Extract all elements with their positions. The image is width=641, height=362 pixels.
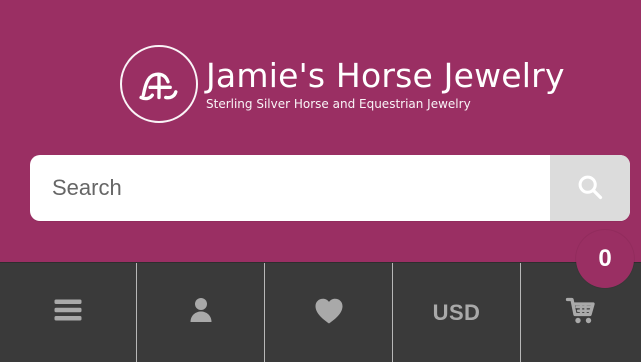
jamies-horse-jewelry-header: Jamie's Horse Jewelry Sterling Silver Ho… xyxy=(0,0,641,362)
search-icon xyxy=(576,173,604,204)
menu-icon xyxy=(50,292,86,333)
mobile-nav-toolbar: USD xyxy=(0,262,641,362)
search-button[interactable] xyxy=(550,155,630,221)
monogram-svg xyxy=(139,72,178,101)
account-icon xyxy=(183,292,219,333)
account-button[interactable] xyxy=(137,263,265,362)
search-input[interactable] xyxy=(30,155,550,221)
logo-subtitle: Sterling Silver Horse and Equestrian Jew… xyxy=(206,96,471,111)
menu-button[interactable] xyxy=(0,263,137,362)
wishlist-button[interactable] xyxy=(265,263,393,362)
cart-icon xyxy=(563,292,599,333)
site-logo[interactable]: Jamie's Horse Jewelry Sterling Silver Ho… xyxy=(120,44,565,124)
logo-title: Jamie's Horse Jewelry xyxy=(206,55,565,95)
currency-label: USD xyxy=(432,299,481,325)
wishlist-heart-icon xyxy=(311,292,347,333)
brand-header: Jamie's Horse Jewelry Sterling Silver Ho… xyxy=(0,0,641,262)
logo-text: Jamie's Horse Jewelry Sterling Silver Ho… xyxy=(206,55,565,111)
search-bar xyxy=(30,155,630,221)
ja-monogram-icon xyxy=(120,45,198,123)
currency-selector[interactable]: USD xyxy=(393,263,521,362)
cart-count-badge[interactable]: 0 xyxy=(576,230,634,288)
